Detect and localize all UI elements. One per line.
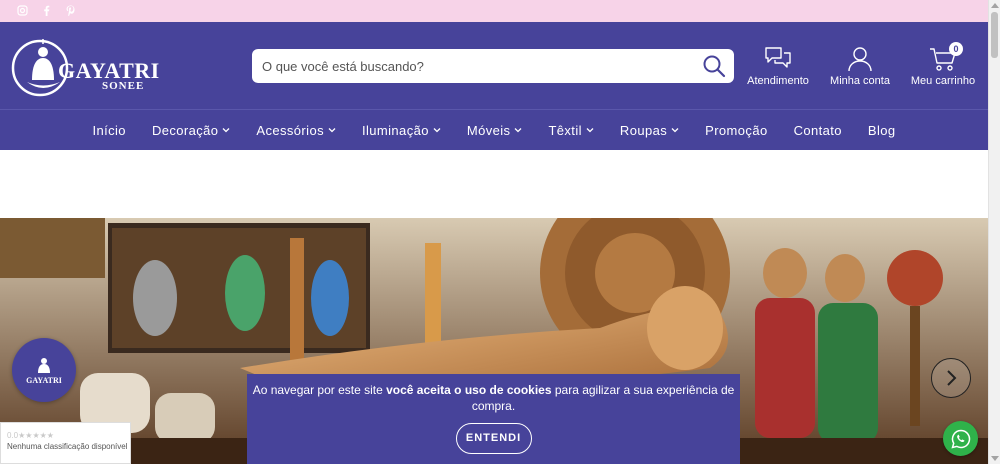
chevron-down-icon xyxy=(671,128,679,133)
whatsapp-icon xyxy=(950,429,970,449)
nav-item-label: Têxtil xyxy=(548,122,582,138)
page-scrollbar[interactable] xyxy=(988,0,1000,464)
cart-link[interactable]: 0 Meu carrinho xyxy=(909,42,977,87)
chevron-down-icon xyxy=(586,128,594,133)
chevron-right-icon xyxy=(947,370,957,386)
instagram-icon[interactable] xyxy=(16,5,28,17)
chat-widget-label: GAYATRI xyxy=(26,375,62,385)
scroll-down-icon[interactable] xyxy=(991,456,999,461)
nav-item-label: Móveis xyxy=(466,122,511,138)
nav-item-acessorios[interactable]: Acessórios xyxy=(243,123,349,138)
content-spacer xyxy=(0,150,988,218)
chevron-down-icon xyxy=(433,128,441,133)
nav-item-moveis[interactable]: Móveis xyxy=(454,123,536,138)
rating-text: Nenhuma classificação disponível xyxy=(7,442,128,451)
rating-stars: 0.0★★★★★ xyxy=(7,431,54,440)
nav-item-roupas[interactable]: Roupas xyxy=(607,123,692,138)
chevron-down-icon xyxy=(514,128,522,133)
facebook-icon[interactable] xyxy=(40,5,52,17)
pinterest-icon[interactable] xyxy=(64,5,76,17)
site-header: GAYATRI SONEE Atendimento Minha conta 0 … xyxy=(0,22,988,109)
cart-icon xyxy=(909,44,977,72)
top-social-bar xyxy=(0,0,988,22)
nav-item-label: Contato xyxy=(793,122,842,138)
rating-widget[interactable]: 0.0★★★★★ Nenhuma classificação disponíve… xyxy=(0,422,131,464)
nav-item-label: Blog xyxy=(867,122,896,138)
scroll-up-icon[interactable] xyxy=(991,3,999,8)
chevron-down-icon xyxy=(328,128,336,133)
cookie-message: Ao navegar por este site você aceita o u… xyxy=(252,383,735,413)
nav-item-label: Roupas xyxy=(619,122,668,138)
support-label: Atendimento xyxy=(747,75,809,87)
nav-item-label: Acessórios xyxy=(256,122,324,138)
main-nav: Início Decoração Acessórios Iluminação Móvei… xyxy=(0,109,988,150)
account-label: Minha conta xyxy=(830,75,890,87)
cart-label: Meu carrinho xyxy=(910,75,976,87)
nav-item-contato[interactable]: Contato xyxy=(781,123,855,138)
logo-subtitle: SONEE xyxy=(102,80,145,92)
account-link[interactable]: Minha conta xyxy=(828,44,892,87)
nav-item-inicio[interactable]: Início xyxy=(79,123,138,138)
chevron-down-icon xyxy=(222,128,230,133)
cart-count-badge: 0 xyxy=(949,42,963,56)
nav-item-decoracao[interactable]: Decoração xyxy=(139,123,243,138)
cookie-banner: Ao navegar por este site você aceita o u… xyxy=(247,374,740,464)
site-logo[interactable]: GAYATRI SONEE xyxy=(10,32,160,102)
nav-item-label: Decoração xyxy=(151,122,219,138)
nav-item-promocao[interactable]: Promoção xyxy=(692,123,780,138)
search-icon[interactable] xyxy=(702,54,726,78)
chat-widget-button[interactable]: GAYATRI xyxy=(12,338,76,402)
whatsapp-button[interactable] xyxy=(943,421,978,456)
chat-bubbles-icon xyxy=(745,44,811,72)
nav-item-label: Promoção xyxy=(705,122,768,138)
support-link[interactable]: Atendimento xyxy=(745,44,811,87)
search-input[interactable] xyxy=(252,49,692,83)
buddha-logo-icon xyxy=(38,357,50,373)
nav-item-blog[interactable]: Blog xyxy=(855,123,909,138)
nav-item-label: Iluminação xyxy=(361,122,429,138)
cookie-accept-button[interactable]: ENTENDI xyxy=(455,423,532,454)
nav-item-textil[interactable]: Têxtil xyxy=(535,123,606,138)
user-icon xyxy=(828,44,892,72)
search-bar xyxy=(252,49,734,83)
nav-item-iluminacao[interactable]: Iluminação xyxy=(349,123,454,138)
scroll-thumb[interactable] xyxy=(991,12,998,58)
nav-item-label: Início xyxy=(92,122,126,138)
carousel-next-button[interactable] xyxy=(931,358,971,398)
